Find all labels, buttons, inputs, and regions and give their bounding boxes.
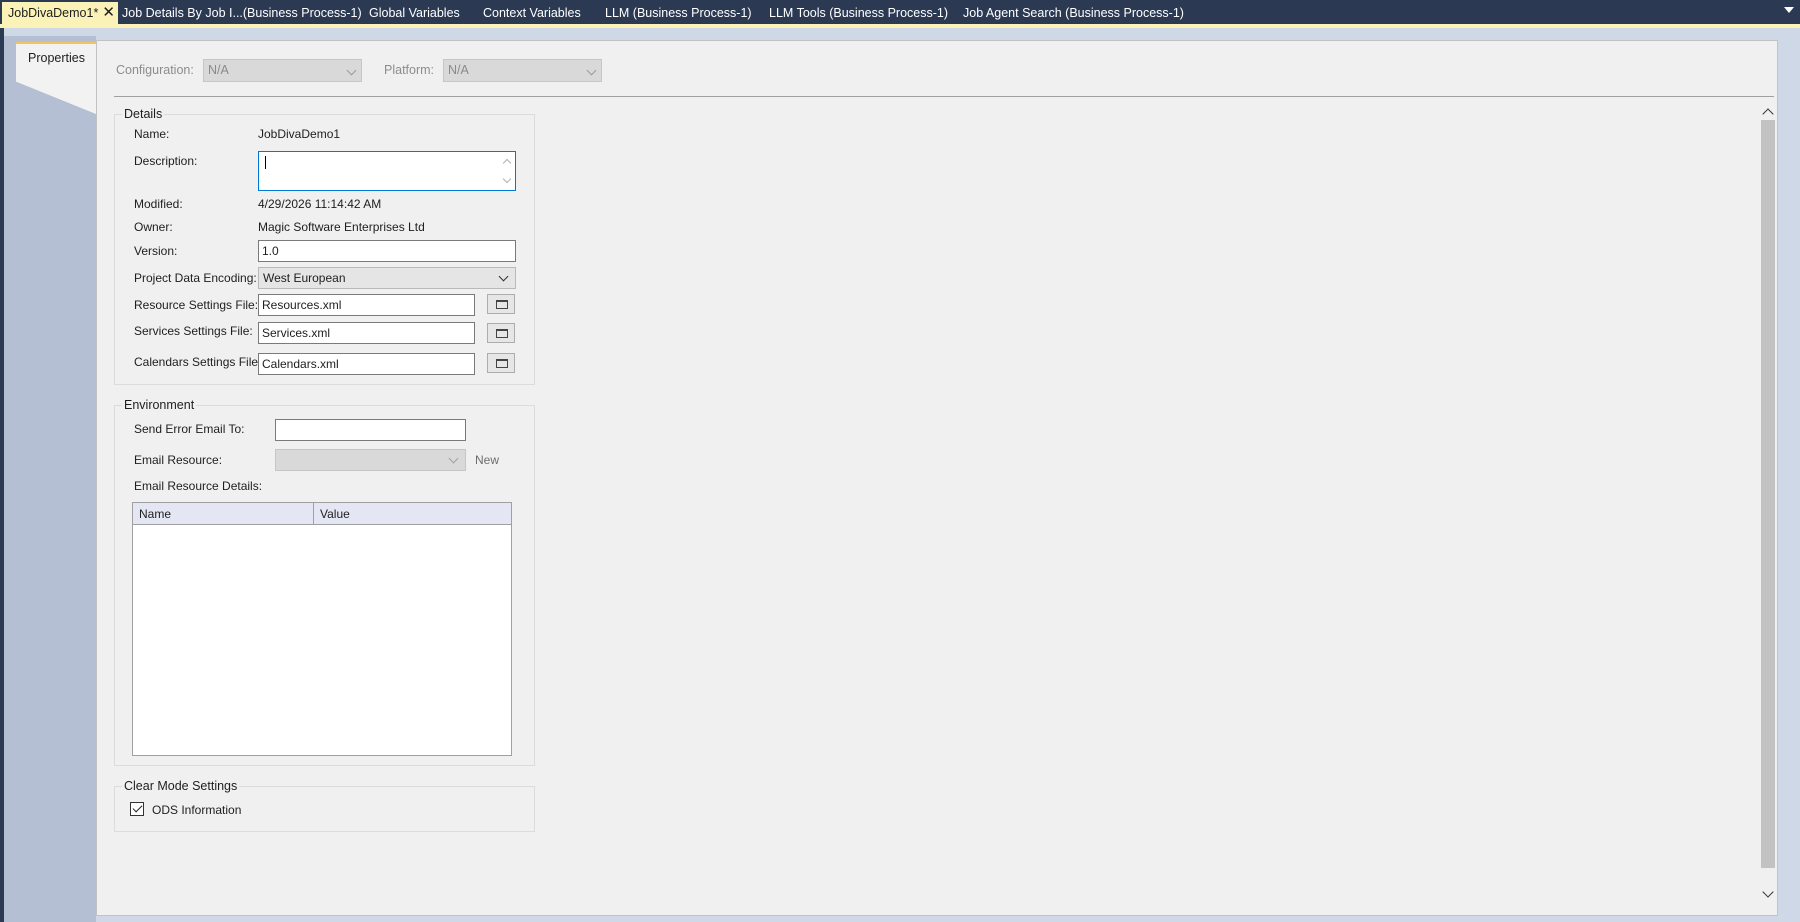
environment-group-title: Environment bbox=[122, 398, 197, 412]
tab-label: JobDivaDemo1* bbox=[8, 6, 99, 20]
configuration-label: Configuration: bbox=[116, 63, 194, 77]
tab-llm-tools[interactable]: LLM Tools (Business Process-1) bbox=[769, 2, 948, 24]
browse-resource-file-button[interactable] bbox=[487, 294, 515, 314]
email-resource-label: Email Resource: bbox=[134, 453, 223, 467]
platform-value: N/A bbox=[448, 63, 469, 77]
ods-information-label: ODS Information bbox=[152, 803, 242, 817]
ods-information-checkbox[interactable] bbox=[130, 802, 144, 816]
right-frame-band bbox=[1780, 36, 1800, 922]
description-field[interactable] bbox=[258, 151, 516, 191]
encoding-label: Project Data Encoding: bbox=[134, 271, 257, 285]
version-label: Version: bbox=[134, 244, 178, 258]
grid-column-value[interactable]: Value bbox=[320, 507, 350, 521]
services-file-label: Services Settings File: bbox=[134, 324, 253, 338]
description-label: Description: bbox=[134, 154, 198, 168]
folder-icon bbox=[496, 359, 508, 368]
text-caret bbox=[265, 156, 266, 169]
scroll-down-icon[interactable] bbox=[502, 174, 512, 184]
platform-label: Platform: bbox=[384, 63, 435, 77]
details-group-title: Details bbox=[122, 107, 165, 121]
chevron-down-icon bbox=[498, 271, 509, 282]
tab-job-details[interactable]: Job Details By Job I...(Business Process… bbox=[122, 2, 362, 24]
resource-file-label: Resource Settings File: bbox=[134, 298, 259, 312]
tab-label: LLM Tools (Business Process-1) bbox=[769, 6, 949, 20]
services-file-field[interactable]: Services.xml bbox=[258, 322, 475, 344]
encoding-select[interactable]: West European bbox=[258, 267, 516, 289]
email-resource-select[interactable] bbox=[275, 449, 466, 471]
platform-select: N/A bbox=[443, 59, 602, 82]
tab-context-variables[interactable]: Context Variables bbox=[483, 2, 581, 24]
configuration-value: N/A bbox=[208, 63, 229, 77]
scroll-up-icon[interactable] bbox=[1762, 108, 1774, 120]
browse-services-file-button[interactable] bbox=[487, 323, 515, 343]
encoding-value: West European bbox=[263, 271, 346, 285]
scroll-up-icon[interactable] bbox=[502, 158, 512, 168]
services-file-value: Services.xml bbox=[262, 326, 331, 340]
side-tab-panel bbox=[4, 36, 96, 922]
tab-overflow-chevron-icon[interactable] bbox=[1784, 7, 1794, 13]
configuration-select: N/A bbox=[203, 59, 362, 82]
owner-value: Magic Software Enterprises Ltd bbox=[258, 220, 425, 234]
modified-value: 4/29/2026 11:14:42 AM bbox=[258, 197, 382, 211]
resource-file-value: Resources.xml bbox=[262, 298, 342, 312]
calendars-file-value: Calendars.xml bbox=[262, 357, 339, 371]
tab-label: Job Agent Search (Business Process-1) bbox=[963, 6, 1184, 20]
version-field[interactable]: 1.0 bbox=[258, 240, 516, 262]
grid-header: Name Value bbox=[133, 503, 511, 525]
send-error-email-label: Send Error Email To: bbox=[134, 422, 245, 436]
clear-mode-group-title: Clear Mode Settings bbox=[122, 779, 240, 793]
tab-global-variables[interactable]: Global Variables bbox=[369, 2, 460, 24]
chevron-down-icon bbox=[346, 65, 357, 76]
grid-column-name[interactable]: Name bbox=[139, 507, 171, 521]
tab-llm[interactable]: LLM (Business Process-1) bbox=[605, 2, 752, 24]
separator bbox=[114, 96, 1774, 97]
calendars-file-field[interactable]: Calendars.xml bbox=[258, 353, 475, 375]
browse-calendars-file-button[interactable] bbox=[487, 353, 515, 373]
chevron-down-icon bbox=[586, 65, 597, 76]
email-resource-details-label: Email Resource Details: bbox=[134, 479, 263, 493]
column-divider[interactable] bbox=[313, 503, 314, 525]
document-tab-strip: JobDivaDemo1* ✕ Job Details By Job I...(… bbox=[0, 0, 1800, 24]
tab-label: Global Variables bbox=[369, 6, 460, 20]
properties-tab-label: Properties bbox=[28, 51, 85, 65]
vertical-scrollbar[interactable] bbox=[1758, 102, 1778, 902]
new-email-resource-link[interactable]: New bbox=[475, 453, 499, 467]
send-error-email-field[interactable] bbox=[275, 419, 466, 441]
version-value: 1.0 bbox=[262, 244, 279, 258]
modified-label: Modified: bbox=[134, 197, 183, 211]
tab-label: Job Details By Job I...(Business Process… bbox=[122, 6, 362, 20]
email-resource-details-grid[interactable]: Name Value bbox=[132, 502, 512, 756]
calendars-file-label: Calendars Settings File: bbox=[134, 355, 262, 369]
name-value: JobDivaDemo1 bbox=[258, 127, 341, 141]
scroll-down-icon[interactable] bbox=[1762, 886, 1774, 898]
tab-label: LLM (Business Process-1) bbox=[605, 6, 752, 20]
resource-file-field[interactable]: Resources.xml bbox=[258, 294, 475, 316]
folder-icon bbox=[496, 300, 508, 309]
scrollbar-thumb[interactable] bbox=[1761, 120, 1775, 868]
folder-icon bbox=[496, 329, 508, 338]
tab-jobdivademo1[interactable]: JobDivaDemo1* ✕ bbox=[2, 2, 118, 24]
tab-job-agent-search[interactable]: Job Agent Search (Business Process-1) bbox=[963, 2, 1184, 24]
close-icon[interactable]: ✕ bbox=[102, 2, 115, 24]
tab-label: Context Variables bbox=[483, 6, 581, 20]
chevron-down-icon bbox=[448, 453, 459, 464]
name-label: Name: bbox=[134, 127, 170, 141]
owner-label: Owner: bbox=[134, 220, 173, 234]
